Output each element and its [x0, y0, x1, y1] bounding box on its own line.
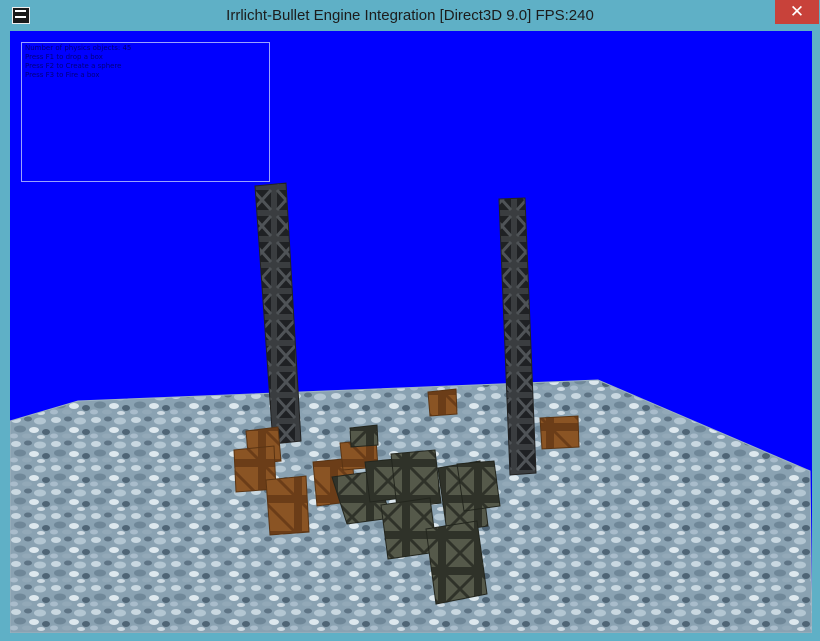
crate-metal: [349, 424, 379, 448]
crate-metal: [390, 449, 442, 509]
close-button[interactable]: ✕: [775, 0, 819, 24]
info-line-f1: Press F1 to drop a box: [25, 53, 103, 61]
crate-brown: [265, 475, 310, 536]
info-line-object-count: Number of physics objects: 45: [25, 44, 132, 52]
info-line-f3: Press F3 to Fire a box: [25, 71, 100, 79]
info-line-f2: Press F2 to Create a sphere: [25, 62, 122, 70]
application-window: Irrlicht-Bullet Engine Integration [Dire…: [0, 0, 820, 641]
crate-metal: [456, 460, 501, 512]
crate-metal: [425, 520, 488, 605]
title-bar[interactable]: Irrlicht-Bullet Engine Integration [Dire…: [0, 0, 820, 31]
info-panel: Number of physics objects: 45 Press F1 t…: [21, 42, 270, 182]
render-viewport[interactable]: Number of physics objects: 45 Press F1 t…: [10, 31, 812, 633]
close-icon: ✕: [789, 1, 805, 22]
window-title: Irrlicht-Bullet Engine Integration [Dire…: [226, 7, 594, 24]
crate-brown: [539, 415, 580, 450]
crate-brown: [427, 388, 458, 417]
